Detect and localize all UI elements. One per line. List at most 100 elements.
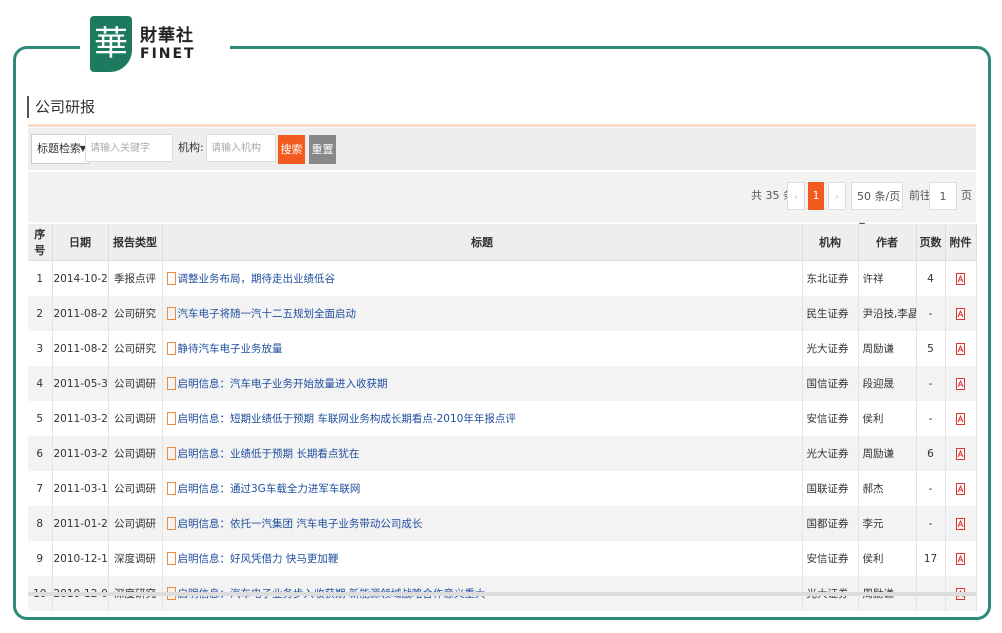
header-date[interactable]: 日期 xyxy=(52,224,109,261)
row-org: 民生证券 xyxy=(802,296,859,331)
header-attachment[interactable]: 附件 xyxy=(945,224,977,261)
row-attachment[interactable] xyxy=(945,541,977,576)
page-size-select[interactable]: 50 条/页 ▼ xyxy=(851,182,903,230)
pdf-icon[interactable] xyxy=(956,342,965,355)
org-input[interactable]: 请输入机构 xyxy=(206,134,276,162)
pdf-icon[interactable] xyxy=(956,307,965,320)
table-row[interactable]: 12014-10-27季报点评 调整业务布局，期待走出业绩低谷 东北证券许祥4 xyxy=(28,260,977,296)
pdf-icon[interactable] xyxy=(956,377,965,390)
row-title[interactable]: 静待汽车电子业务放量 xyxy=(162,331,803,366)
row-attachment[interactable] xyxy=(945,331,977,366)
report-title-link[interactable]: 启明信息：汽车电子业务开始放量进入收获期 xyxy=(178,378,388,390)
row-attachment[interactable] xyxy=(945,471,977,506)
row-author: 周励谦 xyxy=(858,436,917,471)
row-attachment[interactable] xyxy=(945,436,977,471)
row-index: 8 xyxy=(28,506,53,541)
row-org: 国信证券 xyxy=(802,366,859,401)
table-row[interactable]: 32011-08-22公司研究 静待汽车电子业务放量 光大证券周励谦5 xyxy=(28,331,977,366)
report-title-link[interactable]: 调整业务布局，期待走出业绩低谷 xyxy=(178,273,336,285)
report-title-link[interactable]: 启明信息：依托一汽集团 汽车电子业务带动公司成长 xyxy=(178,518,423,530)
next-page-button[interactable]: › xyxy=(828,182,846,210)
goto-page-input[interactable]: 1 xyxy=(929,182,957,210)
table-row[interactable]: 22011-08-22公司研究 汽车电子将随一汽十二五规划全面启动 民生证券尹沿技,… xyxy=(28,296,977,331)
row-type: 公司调研 xyxy=(108,401,163,436)
row-pages: - xyxy=(916,506,946,541)
row-author: 侯利 xyxy=(858,401,917,436)
report-title-link[interactable]: 启明信息：短期业绩低于预期 车联网业务构成长期看点-2010年年报点评 xyxy=(178,413,516,425)
table-row[interactable]: 72011-03-17公司调研 启明信息：通过3G车载全力进军车联网 国联证券郝杰- xyxy=(28,471,977,506)
row-pages: 4 xyxy=(916,260,946,296)
pagination-bar: 共 35 条 ‹ 1 › 50 条/页 ▼ 前往 1 页 xyxy=(28,172,976,230)
row-title[interactable]: 启明信息：依托一汽集团 汽车电子业务带动公司成长 xyxy=(162,506,803,541)
reset-button[interactable]: 重置 xyxy=(309,135,336,164)
header-type[interactable]: 报告类型 xyxy=(108,224,163,261)
table-row[interactable]: 62011-03-21公司调研启明信息：业绩低于预期 长期看点犹在光大证券周励谦… xyxy=(28,436,977,471)
row-pages: - xyxy=(916,471,946,506)
row-date: 2011-05-30 xyxy=(52,366,109,401)
row-author: 周励谦 xyxy=(858,331,917,366)
header-title[interactable]: 标题 xyxy=(162,224,803,261)
row-type: 公司研究 xyxy=(108,331,163,366)
document-icon xyxy=(166,516,176,530)
search-type-value: 标题检索 xyxy=(37,142,81,155)
row-org: 国联证券 xyxy=(802,471,859,506)
row-title[interactable]: 汽车电子将随一汽十二五规划全面启动 xyxy=(162,296,803,331)
pdf-icon[interactable] xyxy=(956,412,965,425)
row-pages: - xyxy=(916,401,946,436)
report-title-link[interactable]: 启明信息：好风凭借力 快马更加鞭 xyxy=(178,553,339,565)
row-type: 公司调研 xyxy=(108,366,163,401)
document-icon xyxy=(166,411,176,425)
prev-page-button[interactable]: ‹ xyxy=(787,182,805,210)
row-pages: 6 xyxy=(916,436,946,471)
row-type: 公司调研 xyxy=(108,436,163,471)
report-title-link[interactable]: 启明信息：通过3G车载全力进军车联网 xyxy=(178,483,361,495)
row-title[interactable]: 启明信息：业绩低于预期 长期看点犹在 xyxy=(162,436,803,471)
document-icon xyxy=(166,551,176,565)
row-org: 国都证券 xyxy=(802,506,859,541)
table-row[interactable]: 42011-05-30公司调研 启明信息：汽车电子业务开始放量进入收获期 国信证券段… xyxy=(28,366,977,401)
table-bottom-edge xyxy=(28,592,976,596)
report-title-link[interactable]: 汽车电子将随一汽十二五规划全面启动 xyxy=(178,308,357,320)
pdf-icon[interactable] xyxy=(956,447,965,460)
row-attachment[interactable] xyxy=(945,366,977,401)
keyword-input[interactable]: 请输入关键字 xyxy=(85,134,173,162)
pdf-icon[interactable] xyxy=(956,272,965,285)
row-type: 公司研究 xyxy=(108,296,163,331)
row-attachment[interactable] xyxy=(945,401,977,436)
row-attachment[interactable] xyxy=(945,260,977,296)
row-index: 7 xyxy=(28,471,53,506)
page-1-button[interactable]: 1 xyxy=(808,182,824,210)
row-pages: 17 xyxy=(916,541,946,576)
row-title[interactable]: 调整业务布局，期待走出业绩低谷 xyxy=(162,260,803,296)
pdf-icon[interactable] xyxy=(956,552,965,565)
report-title-link[interactable]: 启明信息：业绩低于预期 长期看点犹在 xyxy=(178,448,360,460)
row-pages: - xyxy=(916,296,946,331)
table-row[interactable]: 82011-01-28公司调研 启明信息：依托一汽集团 汽车电子业务带动公司成长 国… xyxy=(28,506,977,541)
row-pages: - xyxy=(916,366,946,401)
row-title[interactable]: 启明信息：通过3G车载全力进军车联网 xyxy=(162,471,803,506)
table-row[interactable]: 52011-03-23公司调研 启明信息：短期业绩低于预期 车联网业务构成长期看点… xyxy=(28,401,977,436)
header-index[interactable]: 序号 xyxy=(28,224,53,261)
header-author[interactable]: 作者 xyxy=(858,224,917,261)
row-index: 4 xyxy=(28,366,53,401)
row-title[interactable]: 启明信息：汽车电子业务开始放量进入收获期 xyxy=(162,366,803,401)
header-org[interactable]: 机构 xyxy=(802,224,859,261)
search-button[interactable]: 搜索 xyxy=(278,135,305,164)
pdf-icon[interactable] xyxy=(956,517,965,530)
table-row[interactable]: 92010-12-14深度调研 启明信息：好风凭借力 快马更加鞭 安信证券侯利17 xyxy=(28,541,977,576)
document-icon xyxy=(166,306,176,320)
row-title[interactable]: 启明信息：短期业绩低于预期 车联网业务构成长期看点-2010年年报点评 xyxy=(162,401,803,436)
row-title[interactable]: 启明信息：好风凭借力 快马更加鞭 xyxy=(162,541,803,576)
document-icon xyxy=(166,481,176,495)
search-type-select[interactable]: 标题检索 ▼ xyxy=(31,134,90,164)
report-title-link[interactable]: 静待汽车电子业务放量 xyxy=(178,343,283,355)
row-date: 2011-08-22 xyxy=(52,331,109,366)
pdf-icon[interactable] xyxy=(956,482,965,495)
logo[interactable]: 華 財華社 FINET xyxy=(80,14,230,74)
row-attachment[interactable] xyxy=(945,506,977,541)
row-author: 李元 xyxy=(858,506,917,541)
row-date: 2014-10-27 xyxy=(52,260,109,296)
row-attachment[interactable] xyxy=(945,296,977,331)
header-pages[interactable]: 页数 xyxy=(916,224,946,261)
row-org: 安信证券 xyxy=(802,541,859,576)
